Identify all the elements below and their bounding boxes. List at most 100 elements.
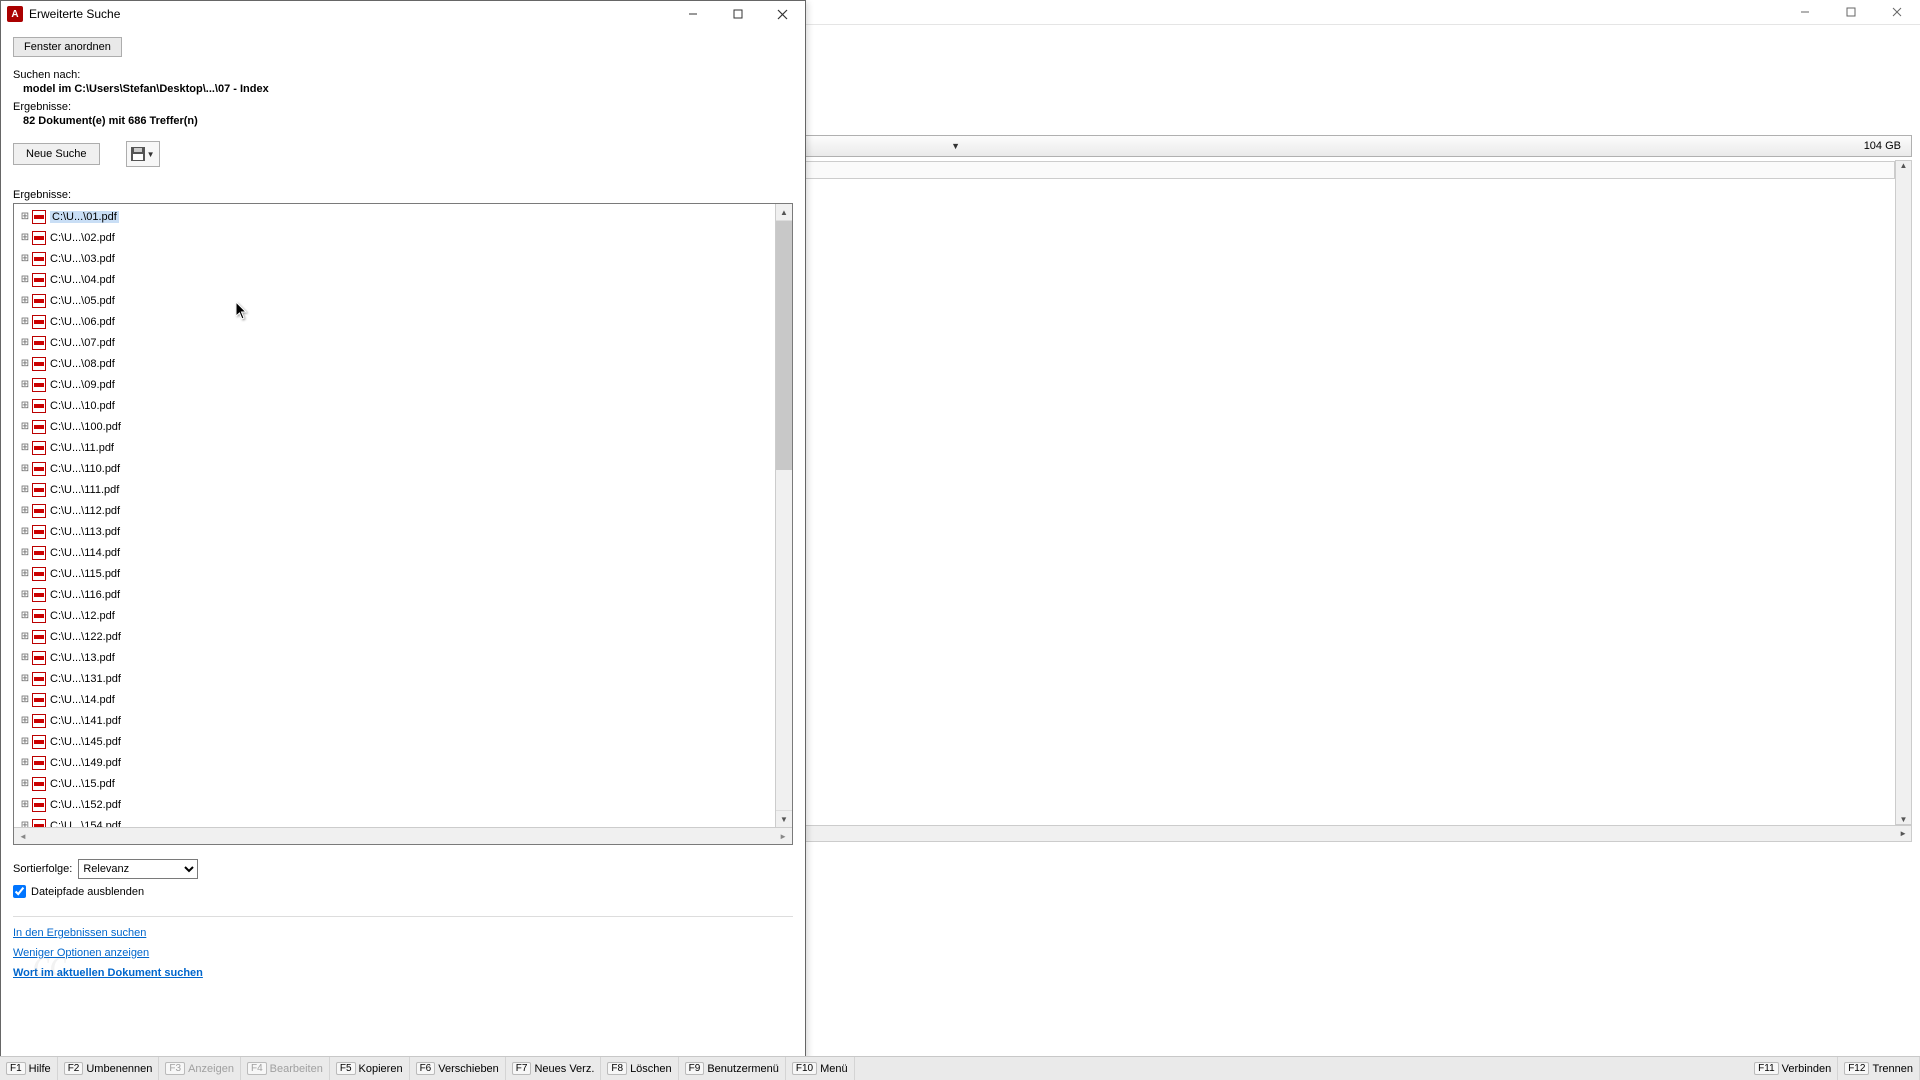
expand-icon[interactable]: ⊞ <box>20 527 30 537</box>
arrange-windows-button[interactable]: Fenster anordnen <box>13 37 122 57</box>
result-item[interactable]: ⊞C:\U...\100.pdf <box>14 416 775 437</box>
fn-f1[interactable]: F1Hilfe <box>0 1057 58 1080</box>
result-filename: C:\U...\149.pdf <box>50 757 121 769</box>
pdf-icon <box>32 273 46 287</box>
expand-icon[interactable]: ⊞ <box>20 758 30 768</box>
results-hscrollbar[interactable]: ◄► <box>14 827 792 844</box>
search-for-label: Suchen nach: <box>13 69 793 81</box>
result-item[interactable]: ⊞ C:\U...\01.pdf <box>14 206 775 227</box>
expand-icon[interactable]: ⊞ <box>20 800 30 810</box>
fn-f5[interactable]: F5Kopieren <box>330 1057 410 1080</box>
search-minimize-button[interactable] <box>670 1 715 27</box>
expand-icon[interactable]: ⊞ <box>20 737 30 747</box>
fn-f11[interactable]: F11Verbinden <box>1748 1057 1838 1080</box>
fn-f2[interactable]: F2Umbenennen <box>58 1057 160 1080</box>
expand-icon[interactable]: ⊞ <box>20 695 30 705</box>
bg-vscrollbar[interactable]: ▲▼ <box>1895 160 1912 825</box>
scroll-down-icon[interactable]: ▼ <box>776 810 792 827</box>
result-item[interactable]: ⊞C:\U...\07.pdf <box>14 332 775 353</box>
expand-icon[interactable]: ⊞ <box>20 632 30 642</box>
expand-icon[interactable]: ⊞ <box>20 716 30 726</box>
result-item[interactable]: ⊞C:\U...\12.pdf <box>14 605 775 626</box>
result-item[interactable]: ⊞C:\U...\09.pdf <box>14 374 775 395</box>
expand-icon[interactable]: ⊞ <box>20 590 30 600</box>
result-item[interactable]: ⊞C:\U...\111.pdf <box>14 479 775 500</box>
fn-key-label: F9 <box>685 1062 705 1075</box>
expand-icon[interactable]: ⊞ <box>20 779 30 789</box>
result-item[interactable]: ⊞C:\U...\141.pdf <box>14 710 775 731</box>
expand-icon[interactable]: ⊞ <box>20 275 30 285</box>
expand-icon[interactable]: ⊞ <box>20 296 30 306</box>
expand-icon[interactable]: ⊞ <box>20 233 30 243</box>
sort-select[interactable]: Relevanz <box>78 859 198 879</box>
result-filename: C:\U...\122.pdf <box>50 631 121 643</box>
expand-icon[interactable]: ⊞ <box>20 380 30 390</box>
expand-icon[interactable]: ⊞ <box>20 506 30 516</box>
bg-close-button[interactable] <box>1874 0 1920 24</box>
expand-icon[interactable]: ⊞ <box>20 254 30 264</box>
fn-key-label: F12 <box>1844 1062 1869 1075</box>
result-item[interactable]: ⊞ C:\U...\149.pdf <box>14 752 775 773</box>
expand-icon[interactable]: ⊞ <box>20 464 30 474</box>
result-item[interactable]: ⊞C:\U...\06.pdf <box>14 311 775 332</box>
result-item[interactable]: ⊞C:\U...\10.pdf <box>14 395 775 416</box>
expand-icon[interactable]: ⊞ <box>20 422 30 432</box>
expand-icon[interactable]: ⊞ <box>20 674 30 684</box>
search-titlebar[interactable]: A Erweiterte Suche <box>1 1 805 27</box>
fn-f6[interactable]: F6Verschieben <box>410 1057 506 1080</box>
pdf-icon <box>32 756 46 770</box>
result-item[interactable]: ⊞C:\U...\15.pdf <box>14 773 775 794</box>
pdf-icon <box>32 315 46 329</box>
expand-icon[interactable]: ⊞ <box>20 443 30 453</box>
result-item[interactable]: ⊞C:\U...\05.pdf <box>14 290 775 311</box>
expand-icon[interactable]: ⊞ <box>20 485 30 495</box>
result-item[interactable]: ⊞C:\U...\145.pdf <box>14 731 775 752</box>
search-maximize-button[interactable] <box>715 1 760 27</box>
search-in-results-link[interactable]: In den Ergebnissen suchen <box>13 927 793 939</box>
search-in-current-doc-link[interactable]: Wort im aktuellen Dokument suchen <box>13 967 793 979</box>
result-item[interactable]: ⊞C:\U...\08.pdf <box>14 353 775 374</box>
result-item[interactable]: ⊞C:\U...\110.pdf <box>14 458 775 479</box>
result-item[interactable]: ⊞C:\U...\131.pdf <box>14 668 775 689</box>
result-item[interactable]: ⊞C:\U...\03.pdf <box>14 248 775 269</box>
result-item[interactable]: ⊞C:\U...\152.pdf <box>14 794 775 815</box>
save-results-button[interactable]: ▼ <box>126 141 160 167</box>
expand-icon[interactable]: ⊞ <box>20 611 30 621</box>
fn-f10[interactable]: F10Menü <box>786 1057 855 1080</box>
result-item[interactable]: ⊞C:\U...\154.pdf <box>14 815 775 827</box>
expand-icon[interactable]: ⊞ <box>20 653 30 663</box>
hide-paths-checkbox[interactable] <box>13 885 26 898</box>
bg-minimize-button[interactable] <box>1782 0 1828 24</box>
less-options-link[interactable]: Weniger Optionen anzeigen <box>13 947 793 959</box>
expand-icon[interactable]: ⊞ <box>20 317 30 327</box>
results-list[interactable]: ⊞C:\U...\01.pdf⊞C:\U...\02.pdf⊞C:\U...\0… <box>14 204 775 827</box>
result-item[interactable]: ⊞ C:\U...\122.pdf <box>14 626 775 647</box>
expand-icon[interactable]: ⊞ <box>20 548 30 558</box>
result-item[interactable]: ⊞C:\U...\11.pdf <box>14 437 775 458</box>
expand-icon[interactable]: ⊞ <box>20 212 30 222</box>
result-item[interactable]: ⊞C:\U...\116.pdf <box>14 584 775 605</box>
fn-f7[interactable]: F7Neues Verz. <box>506 1057 602 1080</box>
bg-maximize-button[interactable] <box>1828 0 1874 24</box>
result-item[interactable]: ⊞C:\U...\13.pdf <box>14 647 775 668</box>
scroll-up-icon[interactable]: ▲ <box>776 204 792 221</box>
result-item[interactable]: ⊞C:\U...\115.pdf <box>14 563 775 584</box>
result-item[interactable]: ⊞C:\U...\113.pdf <box>14 521 775 542</box>
expand-icon[interactable]: ⊞ <box>20 359 30 369</box>
expand-icon[interactable]: ⊞ <box>20 569 30 579</box>
result-filename: C:\U...\01.pdf <box>50 211 119 223</box>
fn-f8[interactable]: F8Löschen <box>601 1057 678 1080</box>
result-item[interactable]: ⊞C:\U...\14.pdf <box>14 689 775 710</box>
new-search-button[interactable]: Neue Suche <box>13 143 100 165</box>
results-vscrollbar[interactable]: ▲ ▼ <box>775 204 792 827</box>
result-item[interactable]: ⊞C:\U...\114.pdf <box>14 542 775 563</box>
search-close-button[interactable] <box>760 1 805 27</box>
result-item[interactable]: ⊞C:\U...\04.pdf <box>14 269 775 290</box>
result-item[interactable]: ⊞C:\U...\112.pdf <box>14 500 775 521</box>
fn-f12[interactable]: F12Trennen <box>1838 1057 1920 1080</box>
result-item[interactable]: ⊞C:\U...\02.pdf <box>14 227 775 248</box>
expand-icon[interactable]: ⊞ <box>20 338 30 348</box>
fn-f9[interactable]: F9Benutzermenü <box>679 1057 786 1080</box>
scrollbar-thumb[interactable] <box>776 221 792 470</box>
expand-icon[interactable]: ⊞ <box>20 401 30 411</box>
